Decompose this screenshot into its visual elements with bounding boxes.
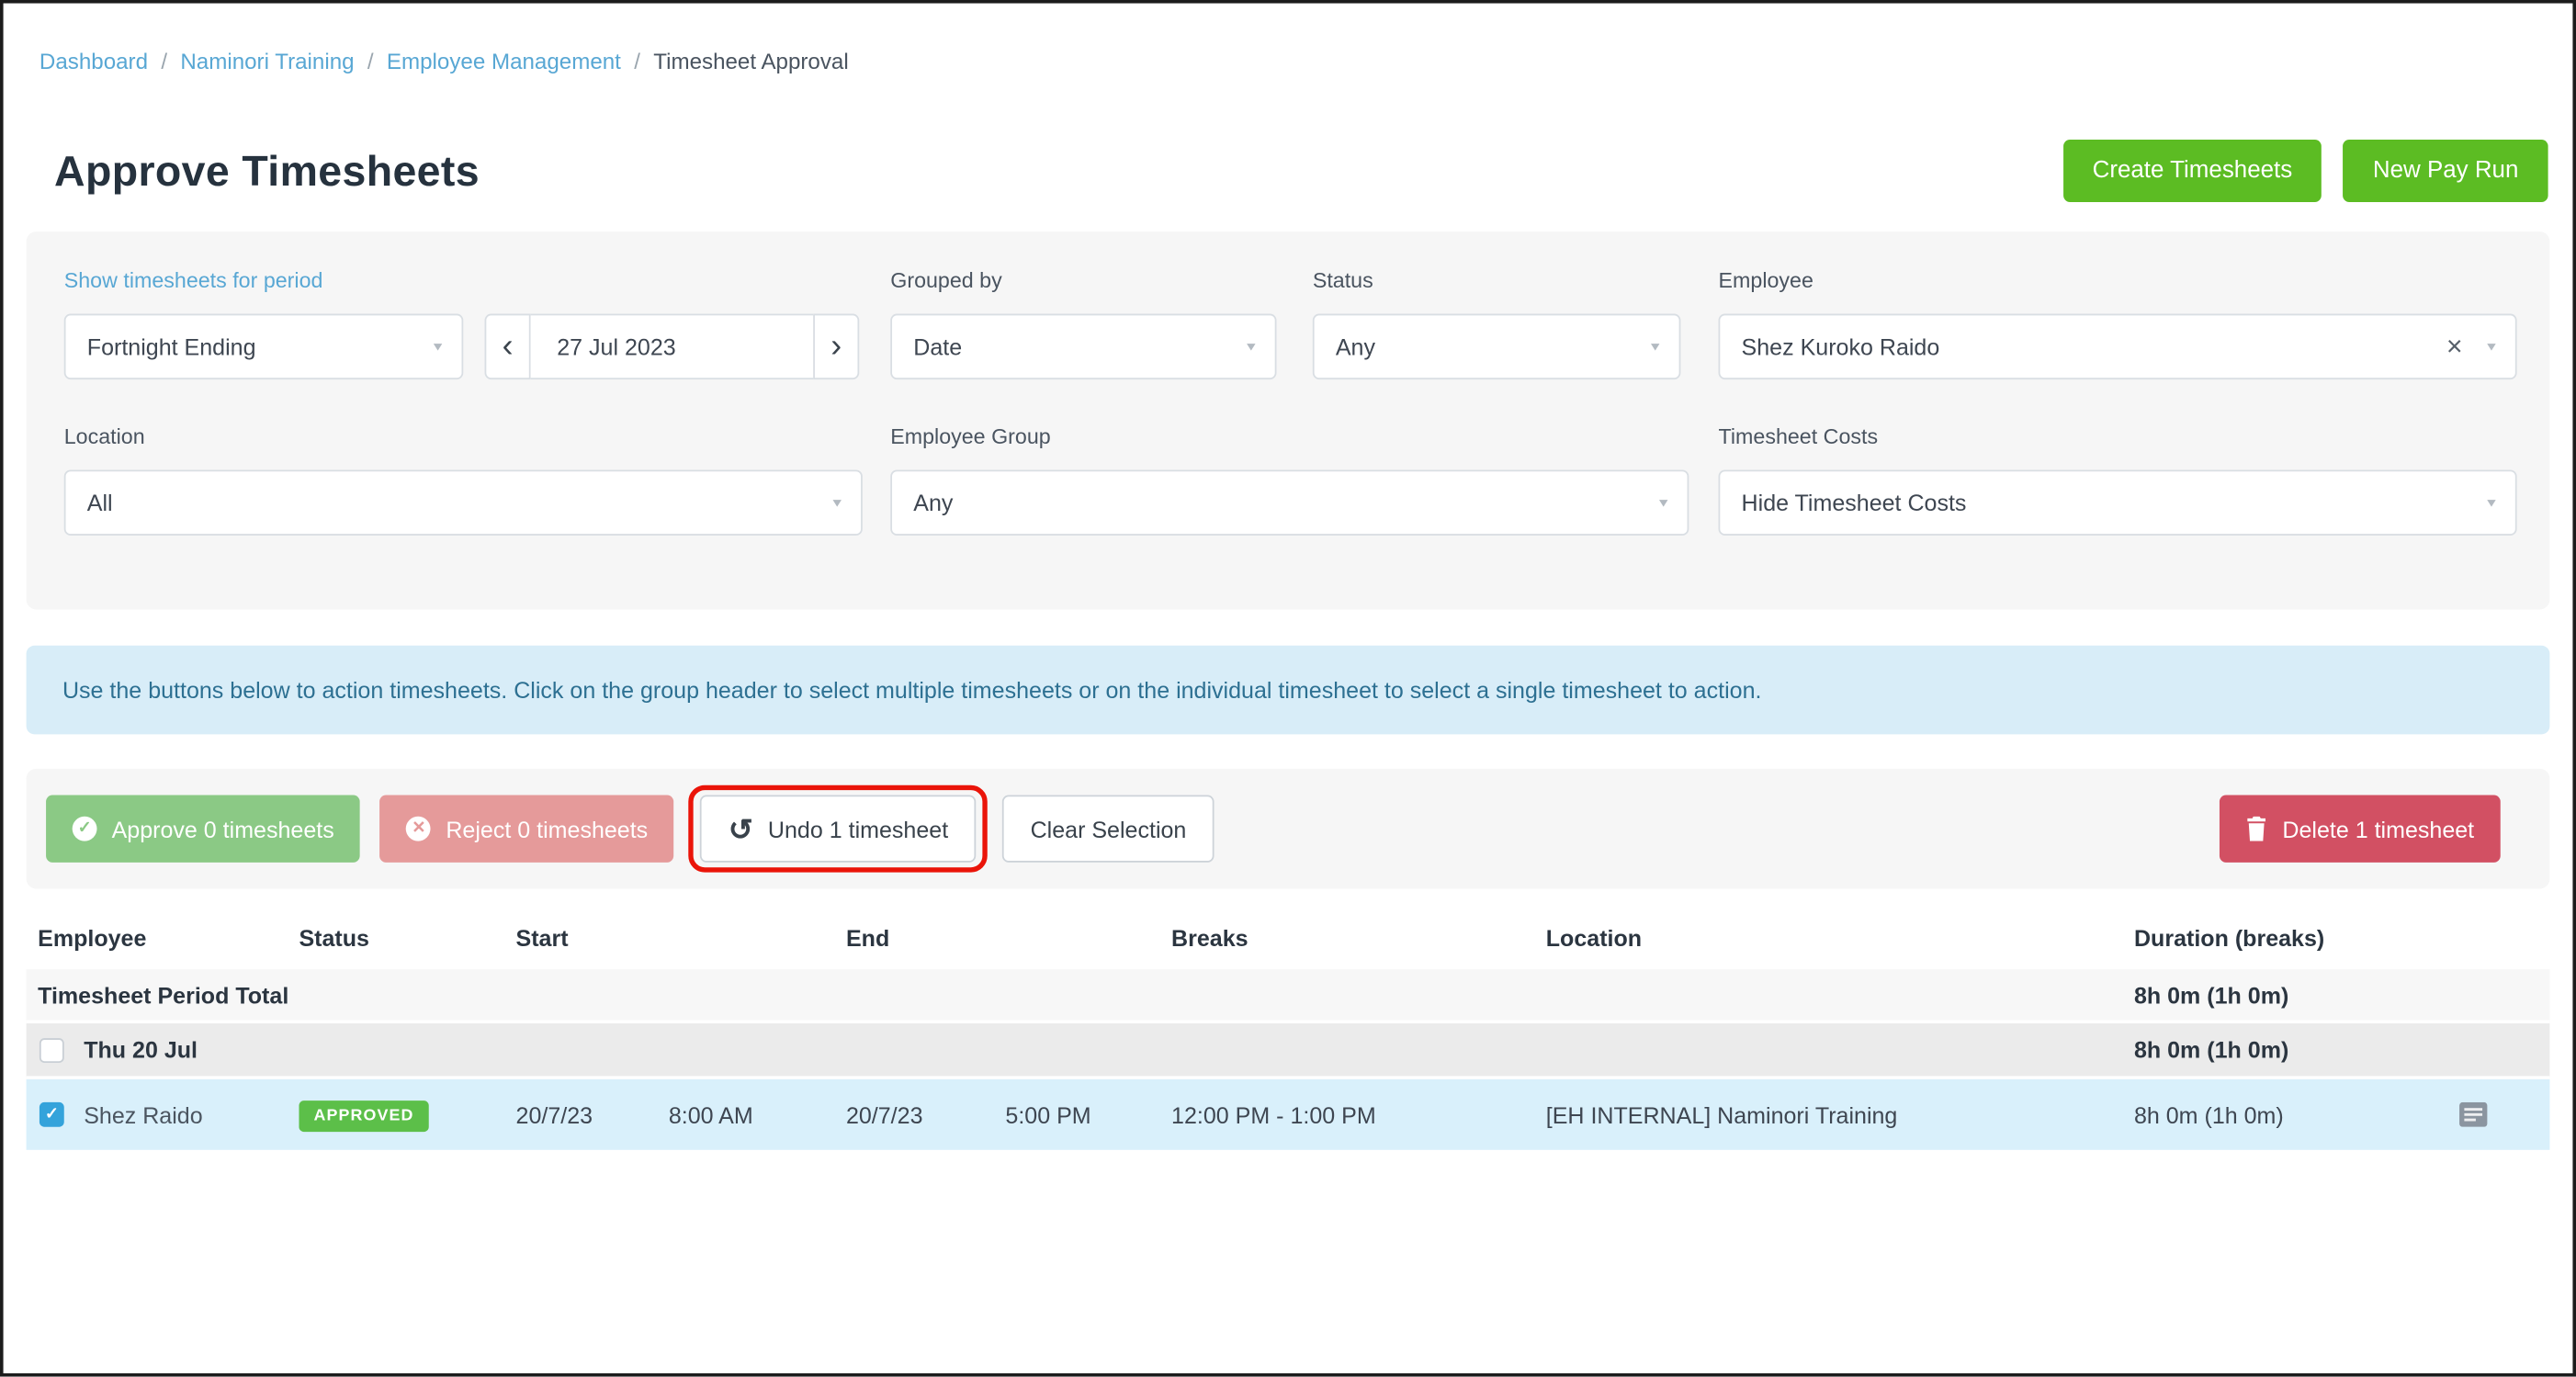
period-select-value: Fortnight Ending [87,333,256,360]
timesheet-costs-select[interactable]: Hide Timesheet Costs ▼ [1719,469,2517,536]
header-location: Location [1546,925,2134,952]
period-total-row: Timesheet Period Total 8h 0m (1h 0m) [27,969,2550,1023]
period-select[interactable]: Fortnight Ending ▼ [64,314,464,380]
title-bar: Approve Timesheets Create Timesheets New… [4,73,2573,201]
breaks-value: 12:00 PM - 1:00 PM [1171,1101,1546,1128]
chevron-down-icon: ▼ [830,496,844,509]
status-select-value: Any [1336,333,1375,360]
group-duration: 8h 0m (1h 0m) [2134,1036,2435,1063]
clear-selection-button[interactable]: Clear Selection [1002,796,1215,863]
grouped-by-label: Grouped by [890,267,1001,292]
header-start: Start [516,925,846,952]
period-date-nav: ‹ 27 Jul 2023 › [485,314,860,380]
next-period-button[interactable]: › [813,314,859,380]
chevron-down-icon: ▼ [2484,340,2499,353]
start-date: 20/7/23 [516,1101,669,1128]
employee-label: Employee [1719,267,1813,292]
previous-period-button[interactable]: ‹ [485,314,531,380]
period-date-field[interactable]: 27 Jul 2023 [531,314,814,380]
x-circle-icon: ✕ [406,817,431,841]
start-time: 8:00 AM [669,1101,846,1128]
group-date-label: Thu 20 Jul [84,1036,198,1063]
employee-group-select[interactable]: Any ▼ [890,469,1689,536]
grouped-by-select[interactable]: Date ▼ [890,314,1276,380]
chevron-down-icon: ▼ [431,340,446,353]
annotation-highlight: ↺ Undo 1 timesheet [689,785,988,873]
undo-button-label: Undo 1 timesheet [768,816,948,842]
trash-icon [2246,817,2267,841]
header-duration: Duration (breaks) [2134,925,2557,952]
period-total-duration: 8h 0m (1h 0m) [2134,981,2435,1008]
page-title: Approve Timesheets [54,140,480,202]
create-timesheets-button[interactable]: Create Timesheets [2062,140,2322,202]
location-select-value: All [87,490,113,516]
chevron-down-icon: ▼ [1648,340,1663,353]
end-date: 20/7/23 [846,1101,1005,1128]
undo-timesheet-button[interactable]: ↺ Undo 1 timesheet [700,796,976,863]
timesheet-row[interactable]: ✓ Shez Raido APPROVED 20/7/23 8:00 AM 20… [27,1079,2550,1150]
note-icon[interactable] [2459,1102,2487,1127]
period-total-label: Timesheet Period Total [27,981,2134,1008]
row-checkbox[interactable]: ✓ [40,1102,64,1127]
undo-icon: ↺ [729,814,753,843]
table-header-row: Employee Status Start End Breaks Locatio… [27,907,2550,969]
breadcrumb-naminori-training[interactable]: Naminori Training [180,50,354,74]
status-select[interactable]: Any ▼ [1313,314,1681,380]
clear-employee-icon[interactable]: × [2446,333,2463,360]
approve-timesheets-button[interactable]: ✓ Approve 0 timesheets [46,796,360,863]
title-actions: Create Timesheets New Pay Run [2062,140,2548,202]
end-time: 5:00 PM [1005,1101,1171,1128]
breadcrumb: Dashboard / Naminori Training / Employee… [4,4,2573,74]
chevron-down-icon: ▼ [1244,340,1259,353]
timesheet-costs-select-value: Hide Timesheet Costs [1742,490,1967,516]
employee-name: Shez Raido [84,1101,202,1128]
location-select[interactable]: All ▼ [64,469,863,536]
clear-selection-label: Clear Selection [1031,816,1187,842]
employee-group-label: Employee Group [890,423,1050,448]
employee-group-select-value: Any [913,490,953,516]
status-label: Status [1313,267,1373,292]
check-circle-icon: ✓ [73,817,97,841]
info-banner-text: Use the buttons below to action timeshee… [62,677,1762,704]
delete-timesheet-button[interactable]: Delete 1 timesheet [2220,796,2500,863]
timesheet-costs-label: Timesheet Costs [1719,423,1879,448]
new-pay-run-button[interactable]: New Pay Run [2344,140,2548,202]
header-status: Status [299,925,515,952]
breadcrumb-employee-management[interactable]: Employee Management [387,50,621,74]
timesheet-approval-page: Dashboard / Naminori Training / Employee… [0,0,2576,1377]
period-label: Show timesheets for period [64,267,323,292]
header-employee: Employee [27,925,299,952]
timesheet-table: Employee Status Start End Breaks Locatio… [27,907,2550,1150]
breadcrumb-separator: / [367,50,374,74]
breadcrumb-separator: / [634,50,640,74]
action-bar: ✓ Approve 0 timesheets ✕ Reject 0 timesh… [27,769,2550,889]
approve-button-label: Approve 0 timesheets [112,816,334,842]
location-label: Location [64,423,145,448]
delete-button-label: Delete 1 timesheet [2282,816,2474,842]
header-breaks: Breaks [1171,925,1546,952]
employee-select-value: Shez Kuroko Raido [1742,333,1940,360]
breadcrumb-current: Timesheet Approval [653,50,848,74]
reject-timesheets-button[interactable]: ✕ Reject 0 timesheets [380,796,674,863]
duration-value: 8h 0m (1h 0m) [2134,1101,2435,1128]
group-header-row[interactable]: Thu 20 Jul 8h 0m (1h 0m) [27,1023,2550,1079]
breadcrumb-dashboard[interactable]: Dashboard [40,50,148,74]
breadcrumb-separator: / [161,50,167,74]
chevron-down-icon: ▼ [1656,496,1671,509]
chevron-down-icon: ▼ [2484,496,2499,509]
scale-wrapper: Dashboard / Naminori Training / Employee… [0,0,2576,1377]
info-banner: Use the buttons below to action timeshee… [27,646,2550,735]
employee-select[interactable]: Shez Kuroko Raido × ▼ [1719,314,2517,380]
header-end: End [846,925,1171,952]
location-value: [EH INTERNAL] Naminori Training [1546,1101,2134,1128]
reject-button-label: Reject 0 timesheets [446,816,648,842]
grouped-by-select-value: Date [913,333,962,360]
group-checkbox[interactable] [40,1037,64,1062]
status-badge: APPROVED [299,1100,428,1131]
filter-panel: Show timesheets for period Fortnight End… [27,231,2550,609]
